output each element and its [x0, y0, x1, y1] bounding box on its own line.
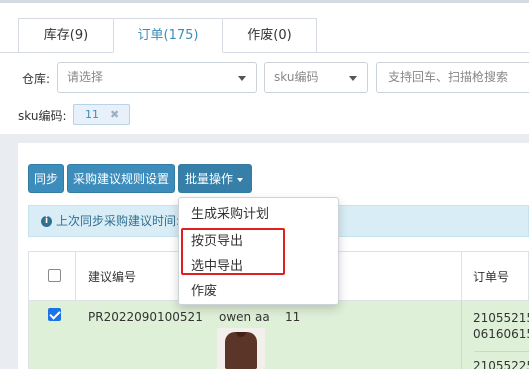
row-divider — [474, 351, 529, 352]
column-divider — [461, 301, 462, 369]
header-order-no: 订单号 — [473, 270, 510, 284]
info-icon: i — [41, 216, 52, 227]
sku-field-placeholder: sku编码 — [274, 70, 319, 84]
tab-inventory[interactable]: 库存(9) — [18, 18, 114, 53]
close-icon[interactable]: ✖ — [110, 105, 119, 124]
order-no-line3: 21055225 — [473, 359, 529, 369]
warehouse-select[interactable]: 请选择 — [57, 62, 257, 93]
sku-field-select[interactable]: sku编码 — [264, 62, 368, 93]
column-divider — [461, 252, 462, 300]
sku-tag-label: sku编码: — [18, 109, 67, 123]
sku-tag-value: 11 — [85, 108, 99, 121]
sync-button[interactable]: 同步 — [28, 164, 64, 193]
tab-void[interactable]: 作废(0) — [222, 18, 317, 53]
select-all-checkbox[interactable] — [48, 269, 61, 282]
order-no-line2: 06160615 — [473, 327, 529, 341]
info-text: 上次同步采购建议时间: — [56, 214, 181, 228]
caret-down-icon — [237, 178, 243, 182]
filter-panel: 库存(9) 订单(175) 作废(0) 仓库: 请选择 sku编码 支持回车、扫… — [0, 0, 529, 134]
batch-operations-label: 批量操作 — [185, 172, 234, 186]
tab-orders[interactable]: 订单(175) — [113, 18, 223, 53]
table-row[interactable]: PR2022090100521 owen aa 11 21055215 0616… — [28, 301, 529, 369]
product-name: owen aa — [219, 310, 270, 324]
row-checkbox[interactable] — [48, 308, 61, 321]
top-edge — [0, 0, 529, 3]
menu-item-generate-plan[interactable]: 生成采购计划 — [179, 202, 338, 227]
sku-filter-tag: 11 ✖ — [73, 104, 130, 125]
suggestion-no: PR2022090100521 — [88, 310, 203, 324]
product-image — [217, 328, 265, 369]
order-no-line1: 21055215 — [473, 311, 529, 325]
column-divider — [75, 252, 76, 300]
sweater-image — [225, 332, 257, 369]
highlight-annotation — [181, 228, 285, 275]
warehouse-label: 仓库: — [22, 72, 51, 86]
batch-operations-button[interactable]: 批量操作 — [178, 164, 252, 193]
chevron-down-icon — [238, 76, 246, 81]
warehouse-placeholder: 请选择 — [67, 70, 104, 84]
search-input[interactable]: 支持回车、扫描枪搜索 — [376, 62, 529, 93]
rules-settings-button[interactable]: 采购建议规则设置 — [67, 164, 175, 193]
chevron-down-icon — [349, 76, 357, 81]
menu-item-void[interactable]: 作废 — [179, 279, 338, 304]
quantity: 11 — [285, 310, 301, 324]
search-placeholder: 支持回车、扫描枪搜索 — [388, 70, 509, 84]
header-suggestion-no: 建议编号 — [88, 270, 137, 284]
